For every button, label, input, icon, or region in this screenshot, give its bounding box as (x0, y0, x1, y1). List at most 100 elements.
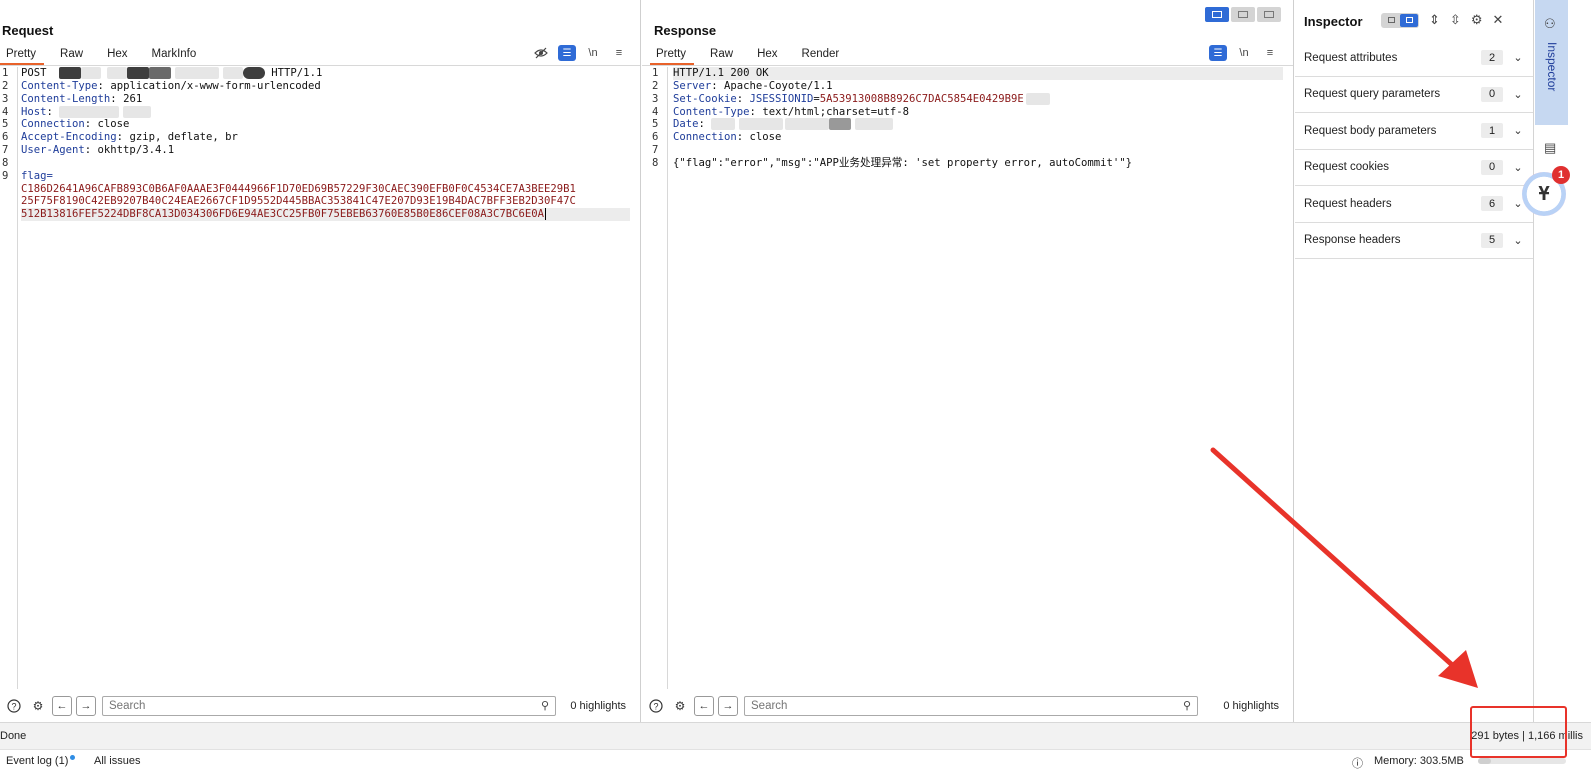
request-code: POST HTTP/1.1 Content-Type: application/… (21, 67, 630, 222)
code-line: Content-Length: 261 (21, 92, 143, 105)
chevron-down-icon[interactable]: ⌄ (1503, 234, 1533, 247)
gear-icon[interactable]: ⚙ (1471, 12, 1483, 28)
settings-gear-icon[interactable]: ⚙ (670, 696, 690, 716)
chevron-down-icon[interactable]: ⌄ (1503, 51, 1533, 64)
request-title: Request (2, 23, 54, 38)
chevron-down-icon[interactable]: ⌄ (1503, 124, 1533, 137)
line-number: 1 (652, 67, 659, 79)
wrap-lines-icon[interactable]: ☰ (1209, 45, 1227, 61)
request-highlight-count: 0 highlights (570, 700, 626, 712)
newline-toggle-icon[interactable]: \n (1235, 45, 1253, 61)
newline-toggle-icon[interactable]: \n (584, 45, 602, 61)
code-line: Date: (673, 118, 1283, 131)
inspector-section[interactable]: Request cookies 0 ⌄ (1295, 150, 1533, 186)
response-highlight-count: 0 highlights (1223, 700, 1279, 712)
code-line: POST HTTP/1.1 (21, 67, 323, 79)
response-editor[interactable]: 12345678 HTTP/1.1 200 OK Server: Apache-… (642, 67, 1293, 689)
inspector-section-label: Request query parameters (1304, 88, 1441, 101)
previous-arrow-icon[interactable]: ← (694, 696, 714, 716)
inspector-section-label: Request headers (1304, 197, 1392, 210)
unread-dot-icon (70, 755, 76, 760)
tab-response-render[interactable]: Render (796, 45, 848, 65)
line-number: 7 (652, 144, 659, 157)
menu-icon[interactable]: ≡ (610, 45, 628, 61)
event-log-button[interactable]: Event log (1) (6, 755, 76, 767)
inspector-tab-icon: ⚇ (1544, 16, 1556, 31)
chevron-down-icon[interactable]: ⌄ (1503, 161, 1533, 174)
line-number: 8 (2, 156, 9, 169)
settings-gear-icon[interactable]: ⚙ (28, 696, 48, 716)
inspector-section[interactable]: Request attributes 2 ⌄ (1295, 40, 1533, 77)
next-arrow-icon[interactable]: → (718, 696, 738, 716)
request-search-bar: ? ⚙ ← → ⚲ 0 highlights (0, 693, 640, 719)
line-number: 7 (2, 144, 9, 157)
notes-icon[interactable]: ▤ (1544, 140, 1556, 156)
info-icon[interactable]: ⓘ (1352, 755, 1363, 771)
bottom-bar: Event log (1) All issues ⓘ Memory: 303.5… (0, 749, 1591, 781)
tab-request-hex[interactable]: Hex (101, 45, 135, 65)
tab-divider (0, 65, 640, 66)
line-number: 2 (652, 79, 659, 92)
right-rail: ⚇ Inspector ▤ (1535, 0, 1568, 722)
next-arrow-icon[interactable]: → (76, 696, 96, 716)
response-editor-tools: ☰ \n ≡ (1209, 45, 1279, 61)
search-icon: ⚲ (540, 700, 549, 712)
inspector-section[interactable]: Request body parameters 1 ⌄ (1295, 113, 1533, 150)
tab-response-hex[interactable]: Hex (751, 45, 785, 65)
tab-response-raw[interactable]: Raw (704, 45, 741, 65)
inspector-section-label: Request attributes (1304, 51, 1398, 64)
previous-arrow-icon[interactable]: ← (52, 696, 72, 716)
chevron-down-icon[interactable]: ⌄ (1503, 88, 1533, 101)
line-number: 3 (652, 92, 659, 105)
response-search-input[interactable] (745, 697, 1197, 715)
line-number: 6 (652, 131, 659, 144)
inspector-section-count: 1 (1481, 123, 1503, 139)
request-search-input[interactable] (103, 697, 555, 715)
layout-stacked-icon[interactable] (1231, 7, 1255, 22)
inspector-section-count: 0 (1481, 159, 1503, 175)
inspector-tools: ⇕ ⇳ ⚙ ✕ (1381, 12, 1503, 28)
extension-logo-icon: Ұ (1538, 182, 1550, 205)
rail-inspector-tab[interactable]: ⚇ Inspector (1535, 0, 1568, 125)
tab-request-pretty[interactable]: Pretty (0, 45, 45, 65)
code-line-current: HTTP/1.1 200 OK (673, 67, 1283, 80)
memory-bar-fill (1478, 758, 1492, 764)
code-line: Server: Apache-Coyote/1.1 (673, 79, 833, 92)
close-icon[interactable]: ✕ (1492, 12, 1503, 28)
inspector-section-count: 6 (1481, 196, 1503, 212)
help-icon[interactable]: ? (646, 696, 666, 716)
hide-eye-icon[interactable] (532, 45, 550, 61)
inspector-layout-split-icon[interactable] (1400, 13, 1418, 27)
inspector-section-label: Response headers (1304, 234, 1401, 247)
request-tabs: Pretty Raw Hex MarkInfo (0, 45, 214, 65)
layout-toggle (1205, 7, 1281, 22)
rail-inspector-label: Inspector (1545, 42, 1559, 92)
expand-all-icon[interactable]: ⇕ (1429, 12, 1440, 28)
inspector-section-count: 2 (1481, 50, 1503, 66)
response-code: HTTP/1.1 200 OK Server: Apache-Coyote/1.… (673, 67, 1283, 170)
request-editor[interactable]: 123456789 POST HTTP/1.1 Content-Type: ap… (0, 67, 640, 689)
line-number: 4 (2, 105, 9, 118)
tab-request-markinfo[interactable]: MarkInfo (146, 45, 205, 65)
inspector-section[interactable]: Request headers 6 ⌄ (1295, 186, 1533, 223)
line-number: 5 (652, 118, 659, 131)
code-line: Connection: close (21, 118, 130, 131)
help-icon[interactable]: ? (4, 696, 24, 716)
tab-response-pretty[interactable]: Pretty (650, 45, 695, 65)
tab-request-raw[interactable]: Raw (54, 45, 91, 65)
inspector-section-label: Request body parameters (1304, 124, 1437, 137)
wrap-lines-icon[interactable]: ☰ (558, 45, 576, 61)
collapse-all-icon[interactable]: ⇳ (1450, 12, 1461, 28)
all-issues-button[interactable]: All issues (94, 755, 140, 767)
svg-text:?: ? (653, 702, 658, 712)
status-bar: Done 291 bytes | 1,166 millis (0, 722, 1591, 749)
menu-icon[interactable]: ≡ (1261, 45, 1279, 61)
extension-floating-button[interactable]: Ұ 1 (1522, 166, 1570, 216)
inspector-section-label: Request cookies (1304, 161, 1390, 174)
inspector-layout-list-icon[interactable] (1382, 14, 1400, 27)
layout-tabs-icon[interactable] (1257, 7, 1281, 22)
inspector-section[interactable]: Response headers 5 ⌄ (1295, 223, 1533, 259)
layout-side-by-side-icon[interactable] (1205, 7, 1229, 22)
inspector-section[interactable]: Request query parameters 0 ⌄ (1295, 77, 1533, 113)
